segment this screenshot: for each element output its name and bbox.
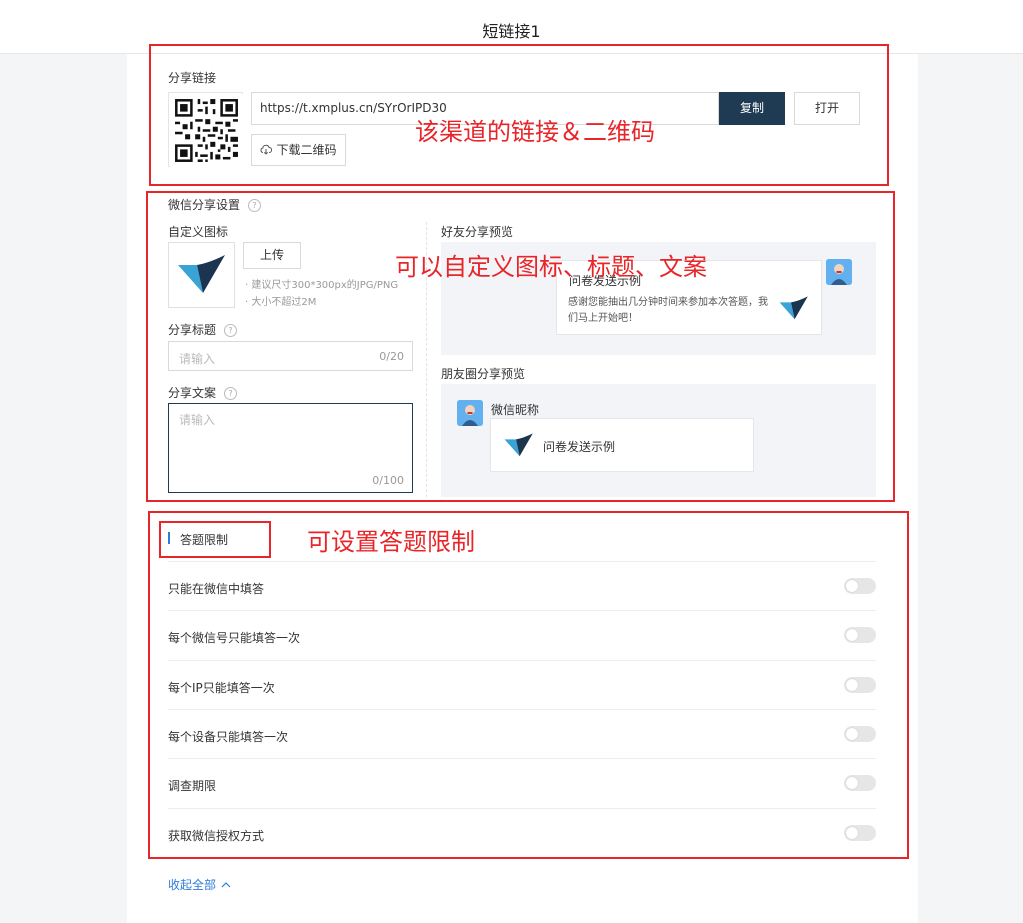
chevron-up-icon [221, 882, 231, 888]
collapse-all-link[interactable]: 收起全部 [168, 876, 231, 893]
page-title: 短链接1 [482, 22, 541, 41]
annotation-box-limits [148, 511, 909, 859]
annotation-customize: 可以自定义图标、标题、文案 [395, 253, 707, 281]
collapse-all-label: 收起全部 [168, 878, 217, 892]
annotation-box-wechat [146, 191, 895, 502]
annotation-link-qr: 该渠道的链接＆二维码 [415, 118, 655, 146]
